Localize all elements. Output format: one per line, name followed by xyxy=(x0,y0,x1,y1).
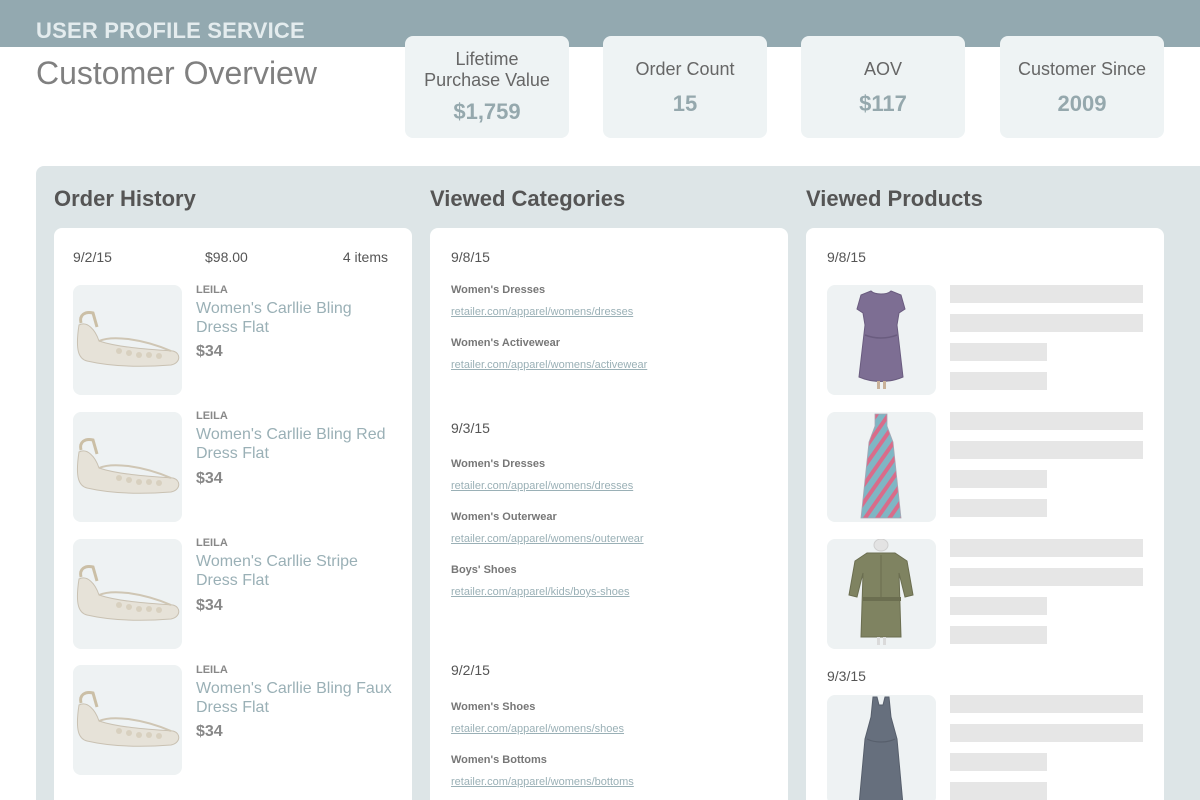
metric-lifetime-value: Lifetime Purchase Value $1,759 xyxy=(405,36,569,138)
product-detail-placeholder xyxy=(950,499,1047,517)
category-name: Women's Outerwear xyxy=(451,511,557,523)
order-items-count: 4 items xyxy=(342,249,388,265)
viewed-product-thumbnail[interactable] xyxy=(827,695,936,800)
order-item-thumbnail[interactable] xyxy=(73,665,182,775)
product-detail-placeholder xyxy=(950,314,1143,332)
metric-label: Customer Since xyxy=(1017,59,1147,79)
product-detail-placeholder xyxy=(950,539,1143,557)
order-item-thumbnail[interactable] xyxy=(73,285,182,395)
metric-value: $1,759 xyxy=(453,99,521,124)
viewed-categories-title: Viewed Categories xyxy=(430,186,626,211)
category-name: Women's Shoes xyxy=(451,701,536,713)
category-link[interactable]: retailer.com/apparel/womens/outerwear xyxy=(451,533,644,545)
order-item-name[interactable]: Women's Carllie Bling Dress Flat xyxy=(196,299,396,337)
product-detail-placeholder xyxy=(950,470,1047,488)
sandal-icon xyxy=(76,438,180,494)
order-item-brand: LEILA xyxy=(196,284,228,296)
product-detail-placeholder xyxy=(950,412,1143,430)
viewed-product-thumbnail[interactable] xyxy=(827,412,936,522)
category-link[interactable]: retailer.com/apparel/womens/dresses xyxy=(451,480,633,492)
category-link[interactable]: retailer.com/apparel/womens/dresses xyxy=(451,306,633,318)
viewed-products-card: 9/8/15 9/3/15 xyxy=(806,228,1164,800)
category-link[interactable]: retailer.com/apparel/kids/boys-shoes xyxy=(451,586,630,598)
order-item-brand: LEILA xyxy=(196,664,228,676)
product-detail-placeholder xyxy=(950,285,1143,303)
order-history-card: 9/2/15 $98.00 4 items LEILA Women's Carl… xyxy=(54,228,412,800)
metric-order-count: Order Count 15 xyxy=(603,36,767,138)
metric-label: Lifetime Purchase Value xyxy=(424,49,550,90)
order-item-price: $34 xyxy=(196,723,223,740)
service-name: USER PROFILE SERVICE xyxy=(36,18,305,43)
viewed-product-thumbnail[interactable] xyxy=(827,285,936,395)
order-item-brand: LEILA xyxy=(196,537,228,549)
order-item-name[interactable]: Women's Carllie Bling Red Dress Flat xyxy=(196,425,396,463)
category-link[interactable]: retailer.com/apparel/womens/activewear xyxy=(451,359,647,371)
metric-value: $117 xyxy=(859,91,907,116)
product-detail-placeholder xyxy=(950,597,1047,615)
product-detail-placeholder xyxy=(950,782,1047,800)
metric-aov: AOV $117 xyxy=(801,36,965,138)
sandal-icon xyxy=(76,691,180,747)
product-group-date: 9/8/15 xyxy=(827,249,866,265)
category-group-date: 9/8/15 xyxy=(451,249,490,265)
metric-label: AOV xyxy=(863,59,902,79)
striped-maxi-dress-icon xyxy=(860,413,902,519)
product-group-date: 9/3/15 xyxy=(827,668,866,684)
product-detail-placeholder xyxy=(950,724,1143,742)
metric-value: 2009 xyxy=(1057,91,1107,116)
category-name: Women's Activewear xyxy=(451,337,560,349)
order-item-brand: LEILA xyxy=(196,410,228,422)
product-detail-placeholder xyxy=(950,568,1143,586)
category-name: Women's Dresses xyxy=(451,458,546,470)
category-name: Boys' Shoes xyxy=(451,564,517,576)
order-item-price: $34 xyxy=(196,597,223,614)
sandal-icon xyxy=(76,565,180,621)
product-detail-placeholder xyxy=(950,753,1047,771)
viewed-categories-card: 9/8/15 Women's Dresses retailer.com/appa… xyxy=(430,228,788,800)
order-total: $98.00 xyxy=(205,249,248,265)
viewed-product-thumbnail[interactable] xyxy=(827,539,936,649)
sandal-icon xyxy=(76,311,180,367)
metric-label: Order Count xyxy=(635,59,735,79)
category-name: Women's Bottoms xyxy=(451,754,547,766)
product-detail-placeholder xyxy=(950,372,1047,390)
metric-customer-since: Customer Since 2009 xyxy=(1000,36,1164,138)
category-link[interactable]: retailer.com/apparel/womens/bottoms xyxy=(451,776,634,788)
order-date: 9/2/15 xyxy=(73,249,112,265)
order-item-name[interactable]: Women's Carllie Stripe Dress Flat xyxy=(196,552,396,590)
category-group-date: 9/3/15 xyxy=(451,420,490,436)
order-item-thumbnail[interactable] xyxy=(73,539,182,649)
order-item-name[interactable]: Women's Carllie Bling Faux Dress Flat xyxy=(196,679,396,717)
order-item-price: $34 xyxy=(196,470,223,487)
page-title: Customer Overview xyxy=(36,55,317,91)
product-detail-placeholder xyxy=(950,441,1143,459)
metric-value: 15 xyxy=(672,91,698,116)
gray-maxi-dress-icon xyxy=(858,696,904,800)
product-detail-placeholder xyxy=(950,626,1047,644)
olive-shirt-dress-icon xyxy=(848,539,914,645)
category-link[interactable]: retailer.com/apparel/womens/shoes xyxy=(451,723,624,735)
category-group-date: 9/2/15 xyxy=(451,662,490,678)
order-history-title: Order History xyxy=(54,186,196,211)
product-detail-placeholder xyxy=(950,695,1143,713)
category-name: Women's Dresses xyxy=(451,284,546,296)
purple-dress-icon xyxy=(856,290,906,389)
order-item-thumbnail[interactable] xyxy=(73,412,182,522)
order-item-price: $34 xyxy=(196,343,223,360)
product-detail-placeholder xyxy=(950,343,1047,361)
viewed-products-title: Viewed Products xyxy=(806,186,983,211)
